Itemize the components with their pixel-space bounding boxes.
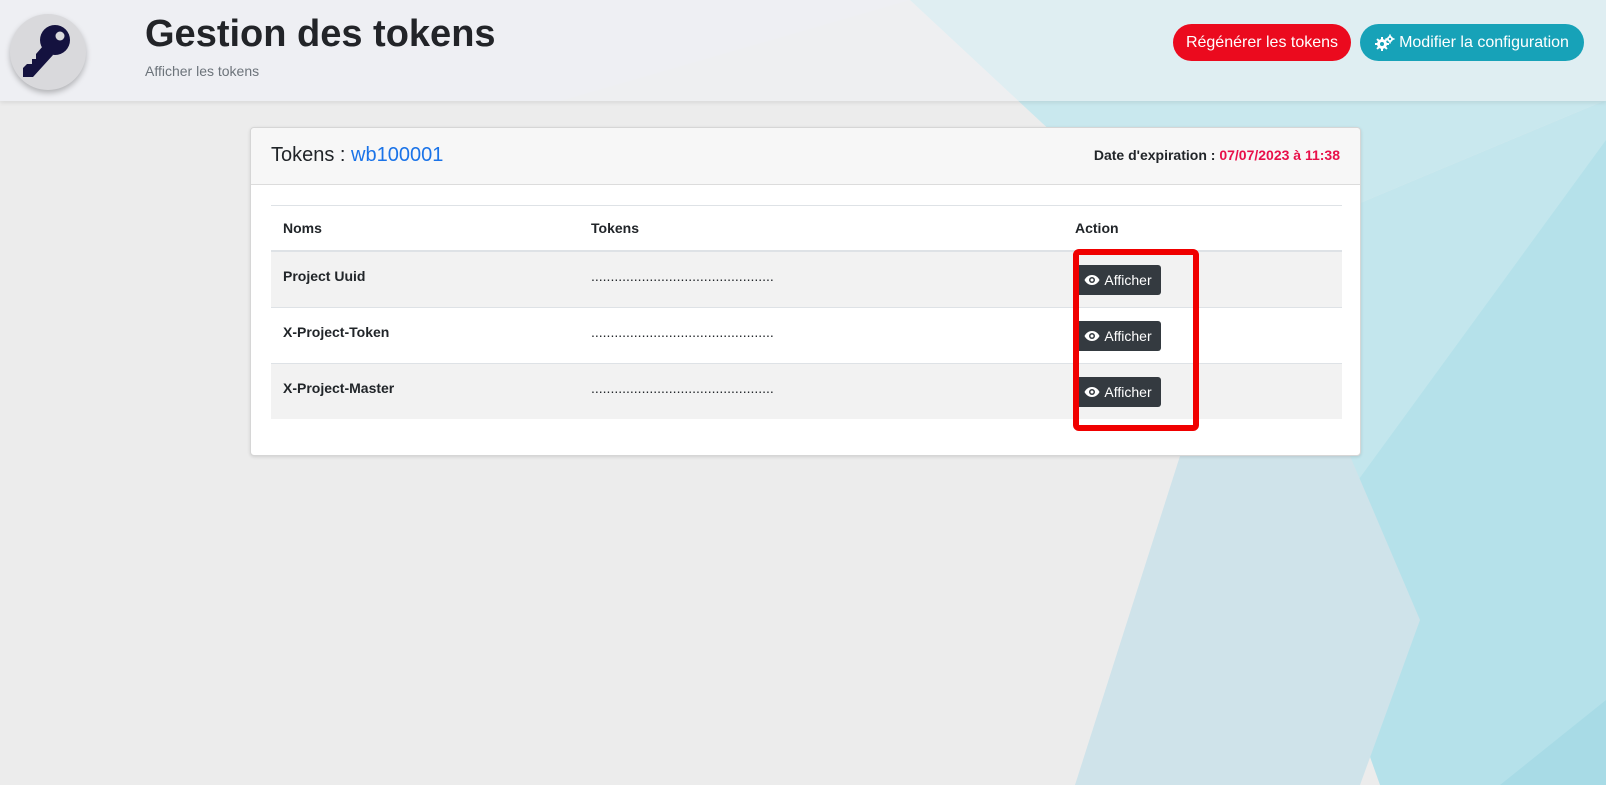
tokens-table: Noms Tokens Action Project Uuid ........… [271, 205, 1342, 419]
regenerate-tokens-label: Régénérer les tokens [1185, 33, 1339, 51]
expiry-value: 07/07/2023 à 11:38 [1219, 147, 1340, 163]
app-logo [10, 14, 86, 90]
token-name: Project Uuid [271, 251, 579, 308]
tokens-card-header: Tokens : wb100001 Date d'expiration : 07… [251, 128, 1360, 185]
project-id-link[interactable]: wb100001 [351, 144, 443, 166]
token-value-masked: ........................................… [579, 307, 1063, 364]
table-row: X-Project-Token ........................… [271, 307, 1342, 364]
page-header: Gestion des tokens Afficher les tokens R… [0, 0, 1606, 101]
card-title-prefix: Tokens : [271, 144, 352, 166]
table-header-row: Noms Tokens Action [271, 205, 1342, 252]
expiry-date: Date d'expiration : 07/07/2023 à 11:38 [1094, 147, 1340, 163]
show-token-button[interactable]: Afficher [1075, 321, 1161, 351]
tokens-card: Tokens : wb100001 Date d'expiration : 07… [250, 127, 1361, 456]
show-token-button[interactable]: Afficher [1075, 377, 1161, 407]
eye-icon [1084, 386, 1100, 398]
show-token-button[interactable]: Afficher [1075, 265, 1161, 295]
page-title: Gestion des tokens [145, 13, 496, 55]
table-row: X-Project-Master .......................… [271, 363, 1342, 419]
show-token-label: Afficher [1104, 272, 1152, 288]
token-name: X-Project-Master [271, 363, 579, 419]
edit-configuration-button[interactable]: Modifier la configuration [1360, 24, 1584, 61]
key-icon [23, 25, 70, 77]
token-name: X-Project-Token [271, 307, 579, 364]
column-header-names: Noms [271, 205, 579, 252]
show-token-label: Afficher [1104, 384, 1152, 400]
eye-icon [1084, 330, 1100, 342]
gears-icon [1375, 34, 1395, 52]
edit-configuration-label: Modifier la configuration [1399, 33, 1569, 51]
table-row: Project Uuid ...........................… [271, 251, 1342, 308]
token-value-masked: ........................................… [579, 251, 1063, 308]
column-header-tokens: Tokens [579, 205, 1063, 252]
column-header-action: Action [1063, 205, 1342, 252]
card-title: Tokens : wb100001 [271, 144, 443, 167]
eye-icon [1084, 274, 1100, 286]
show-token-label: Afficher [1104, 328, 1152, 344]
token-value-masked: ........................................… [579, 363, 1063, 419]
expiry-label: Date d'expiration : [1093, 147, 1220, 163]
page-subtitle: Afficher les tokens [145, 63, 260, 79]
regenerate-tokens-button[interactable]: Régénérer les tokens [1173, 24, 1351, 61]
